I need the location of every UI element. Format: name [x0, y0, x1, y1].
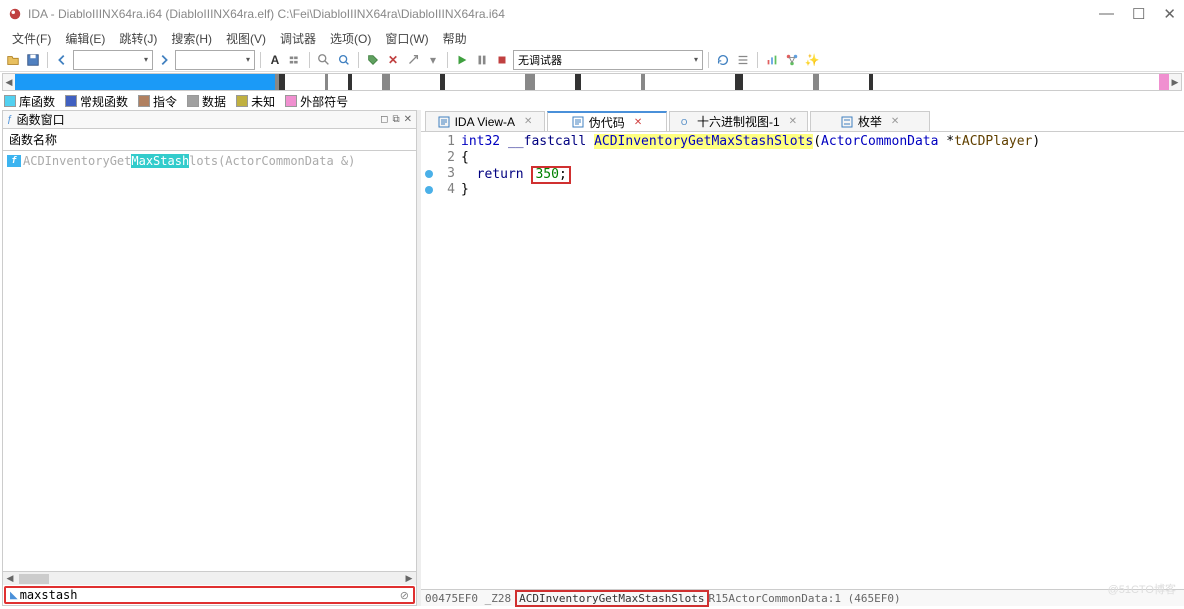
navigation-band[interactable]: ◀ ▶ — [2, 73, 1182, 91]
forward-icon[interactable] — [155, 51, 173, 69]
breakpoint-icon[interactable] — [425, 170, 433, 178]
status-rest: R15ActorCommonData:1 (465EF0) — [709, 592, 901, 605]
pseudocode-view[interactable]: 1 2 3 4 int32 __fastcall ACDInventoryGet… — [421, 132, 1184, 589]
legend-data: 数据 — [202, 93, 226, 110]
menu-file[interactable]: 文件(F) — [6, 28, 57, 49]
code-body[interactable]: int32 __fastcall ACDInventoryGetMaxStash… — [461, 134, 1184, 589]
toolbar: ▾ ▾ A ✕ ▾ 无调试器 ▾ ✨ — [0, 48, 1184, 72]
watermark: @51CTO博客 — [1108, 581, 1176, 597]
menu-jump[interactable]: 跳转(J) — [113, 28, 163, 49]
menu-view[interactable]: 视图(V) — [220, 28, 272, 49]
app-icon — [8, 7, 22, 21]
legend-ext: 外部符号 — [300, 93, 348, 110]
panel-close-icon[interactable]: ✕ — [404, 114, 412, 125]
function-icon: f — [7, 155, 21, 167]
pause-icon[interactable] — [473, 51, 491, 69]
search-icon[interactable] — [315, 51, 333, 69]
refresh-icon[interactable] — [714, 51, 732, 69]
forward-dropdown[interactable]: ▾ — [175, 50, 255, 70]
zoom-icon[interactable] — [335, 51, 353, 69]
enum-icon — [841, 116, 853, 128]
window-titlebar: IDA - DiabloIIINX64ra.i64 (DiabloIIINX64… — [0, 0, 1184, 28]
functions-hscroll[interactable]: ◀▶ — [3, 571, 416, 585]
functions-search-input[interactable] — [20, 588, 409, 602]
tab-enums[interactable]: 枚举 ✕ — [810, 111, 930, 131]
tab-pseudocode[interactable]: 伪代码 ✕ — [547, 111, 667, 131]
legend-reg: 常规函数 — [80, 93, 128, 110]
breakpoint-icon[interactable] — [425, 186, 433, 194]
main-view: IDA View-A ✕ 伪代码 ✕ O 十六进制视图-1 ✕ 枚举 ✕ 1 — [421, 110, 1184, 606]
binary-icon[interactable] — [286, 51, 304, 69]
search-mode-icon[interactable]: ◣ — [10, 590, 18, 601]
menu-window[interactable]: 窗口(W) — [379, 28, 434, 49]
pseudocode-icon — [572, 116, 584, 128]
functions-search[interactable]: ◣ ⊘ — [4, 586, 415, 604]
wand-icon[interactable]: ✨ — [803, 51, 821, 69]
functions-header[interactable]: 函数名称 — [3, 129, 416, 151]
back-icon[interactable] — [53, 51, 71, 69]
panel-undock-icon[interactable]: ◻ — [380, 114, 388, 125]
close-tab-icon[interactable]: ✕ — [891, 116, 899, 127]
close-tab-icon[interactable]: ✕ — [789, 116, 797, 127]
function-window-icon: ƒ — [7, 114, 13, 125]
chart-icon[interactable] — [763, 51, 781, 69]
hex-icon: O — [680, 116, 692, 128]
list-icon[interactable] — [734, 51, 752, 69]
menu-options[interactable]: 选项(O) — [324, 28, 377, 49]
legend-lib: 库函数 — [19, 93, 55, 110]
legend-ins: 指令 — [153, 93, 177, 110]
flag-icon[interactable]: ▾ — [424, 51, 442, 69]
functions-panel: ƒ 函数窗口 ◻ ⧉ ✕ 函数名称 f ACDInventoryGetMaxSt… — [2, 110, 417, 606]
debugger-select[interactable]: 无调试器 ▾ — [513, 50, 703, 70]
tool-icon[interactable] — [404, 51, 422, 69]
ida-view-icon — [438, 116, 450, 128]
menu-help[interactable]: 帮助 — [437, 28, 473, 49]
clear-search-icon[interactable]: ⊘ — [400, 589, 409, 602]
minimize-button[interactable]: — — [1099, 5, 1114, 23]
close-tab-icon[interactable]: ✕ — [524, 116, 532, 127]
save-icon[interactable] — [24, 51, 42, 69]
legend-unk: 未知 — [251, 93, 275, 110]
status-symbol: ACDInventoryGetMaxStashSlots — [515, 590, 708, 607]
close-button[interactable]: ✕ — [1163, 5, 1176, 23]
panel-float-icon[interactable]: ⧉ — [392, 114, 399, 125]
graph-icon[interactable] — [783, 51, 801, 69]
code-gutter: 1 2 3 4 — [421, 134, 461, 589]
functions-list[interactable]: f ACDInventoryGetMaxStashlots(ActorCommo… — [3, 151, 416, 571]
stop-icon[interactable] — [493, 51, 511, 69]
tab-bar: IDA View-A ✕ 伪代码 ✕ O 十六进制视图-1 ✕ 枚举 ✕ — [421, 110, 1184, 132]
close-tab-icon[interactable]: ✕ — [634, 117, 642, 128]
maximize-button[interactable]: ☐ — [1132, 5, 1145, 23]
legend: 库函数 常规函数 指令 数据 未知 外部符号 — [0, 92, 1184, 110]
tab-hex-view[interactable]: O 十六进制视图-1 ✕ — [669, 111, 808, 131]
menu-edit[interactable]: 编辑(E) — [59, 28, 111, 49]
open-icon[interactable] — [4, 51, 22, 69]
function-row[interactable]: f ACDInventoryGetMaxStashlots(ActorCommo… — [3, 153, 416, 169]
status-address: 00475EF0 _Z28 — [425, 592, 511, 605]
menu-bar: 文件(F) 编辑(E) 跳转(J) 搜索(H) 视图(V) 调试器 选项(O) … — [0, 28, 1184, 48]
tag-icon[interactable] — [364, 51, 382, 69]
menu-debugger[interactable]: 调试器 — [274, 28, 322, 49]
status-bar: 00475EF0 _Z28 ACDInventoryGetMaxStashSlot… — [421, 589, 1184, 606]
history-dropdown[interactable]: ▾ — [73, 50, 153, 70]
debugger-label: 无调试器 — [518, 52, 562, 68]
svg-text:O: O — [681, 118, 687, 127]
play-icon[interactable] — [453, 51, 471, 69]
tab-ida-view[interactable]: IDA View-A ✕ — [425, 111, 545, 131]
menu-search[interactable]: 搜索(H) — [165, 28, 218, 49]
cross-icon[interactable]: ✕ — [384, 51, 402, 69]
functions-panel-title: ƒ 函数窗口 ◻ ⧉ ✕ — [3, 111, 416, 129]
text-icon[interactable]: A — [266, 51, 284, 69]
window-title: IDA - DiabloIIINX64ra.i64 (DiabloIIINX64… — [28, 7, 1099, 21]
